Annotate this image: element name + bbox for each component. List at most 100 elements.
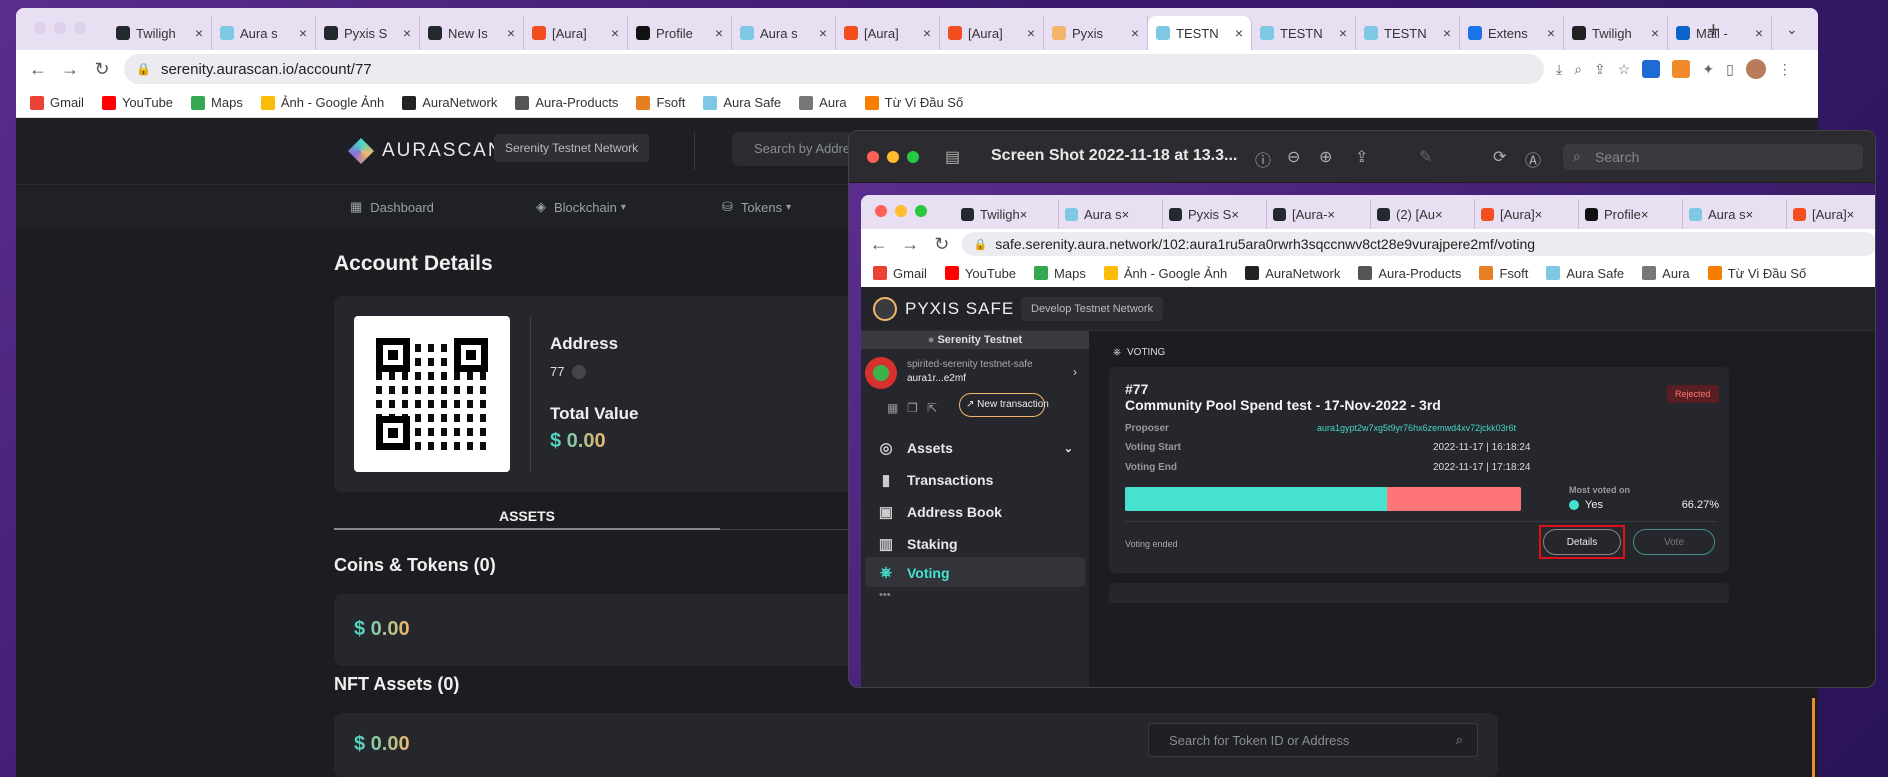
aurascan-logo[interactable]: AURASCAN <box>348 138 504 164</box>
sidebar-toggle-icon[interactable]: ▤ <box>945 147 960 167</box>
reload-icon[interactable]: ↻ <box>926 234 958 255</box>
maximize-window-button[interactable] <box>74 22 86 34</box>
forward-icon[interactable]: → <box>895 234 927 255</box>
tab-close-icon[interactable]: × <box>1535 207 1543 222</box>
maximize-window-button[interactable] <box>907 151 919 163</box>
bookmark[interactable]: Maps <box>1034 266 1086 281</box>
vote-button[interactable]: Vote <box>1633 529 1715 555</box>
bookmark[interactable]: Fsoft <box>636 95 685 110</box>
bookmark[interactable]: Gmail <box>30 95 84 110</box>
share-icon[interactable]: ⇪ <box>1355 147 1368 167</box>
bookmark[interactable]: Ảnh - Google Ảnh <box>260 95 384 110</box>
bookmark[interactable]: YouTube <box>944 266 1016 281</box>
tab-close-icon[interactable]: × <box>1339 25 1347 41</box>
tab-close-icon[interactable]: × <box>403 25 411 41</box>
tab-close-icon[interactable]: × <box>1746 207 1754 222</box>
bookmark[interactable]: Aura Safe <box>1546 266 1624 281</box>
safe-avatar[interactable] <box>865 357 897 389</box>
tab[interactable]: Twiligh × <box>1564 16 1668 50</box>
tab[interactable]: Extens × <box>1460 16 1564 50</box>
close-window-button[interactable] <box>867 151 879 163</box>
markup-icon[interactable]: ✎ <box>1419 147 1432 167</box>
tab[interactable]: Profile × <box>1579 199 1683 229</box>
bookmark[interactable]: AuraNetwork <box>402 95 497 110</box>
zoom-icon[interactable]: ⌕ <box>1574 61 1582 78</box>
bookmark[interactable]: Aura <box>799 95 847 110</box>
tab[interactable]: [Aura] × <box>524 16 628 50</box>
tab-close-icon[interactable]: × <box>1131 25 1139 41</box>
tab-search-chevron-icon[interactable]: ⌄ <box>1786 21 1798 38</box>
tab[interactable]: New Is × <box>420 16 524 50</box>
tab[interactable]: [Aura] × <box>1787 199 1875 229</box>
tab-close-icon[interactable]: × <box>1327 207 1335 222</box>
chevron-right-icon[interactable]: › <box>1073 365 1077 379</box>
tab-close-icon[interactable]: × <box>1020 207 1028 222</box>
bookmark[interactable]: Gmail <box>873 266 927 281</box>
sidepanel-icon[interactable]: ▯ <box>1726 61 1734 78</box>
k-extension-icon[interactable] <box>1642 60 1661 78</box>
tab[interactable]: TESTN × <box>1252 16 1356 50</box>
install-icon[interactable]: ⤓ <box>1556 61 1562 78</box>
bookmark[interactable]: Ảnh - Google Ảnh <box>1103 266 1227 281</box>
tab-close-icon[interactable]: × <box>1122 207 1130 222</box>
tab-close-icon[interactable]: × <box>1547 25 1555 41</box>
tab-close-icon[interactable]: × <box>1651 25 1659 41</box>
tab-close-icon[interactable]: × <box>819 25 827 41</box>
tab-close-icon[interactable]: × <box>195 25 203 41</box>
bookmark[interactable]: Aura Safe <box>703 95 781 110</box>
preview-search-input[interactable]: ⌕ Search <box>1563 144 1863 170</box>
more-menu-icon[interactable]: ••• <box>879 589 891 601</box>
external-link-icon[interactable]: ⇱ <box>927 401 937 415</box>
address-bar[interactable]: 🔒 serenity.aurascan.io/account/77 <box>124 54 1544 84</box>
tab[interactable]: Pyxis S × <box>1163 199 1267 229</box>
reload-icon[interactable]: ↻ <box>86 59 118 80</box>
tab-close-icon[interactable]: × <box>1443 25 1451 41</box>
bookmark[interactable]: AuraNetwork <box>1245 266 1340 281</box>
sidebar-item-address-book[interactable]: ▣ Address Book <box>877 503 1002 521</box>
bookmark-star-icon[interactable]: ☆ <box>1618 61 1631 78</box>
bookmark[interactable]: YouTube <box>101 95 173 110</box>
tab[interactable]: TESTN × <box>1148 16 1252 50</box>
tab[interactable]: [Aura] × <box>940 16 1044 50</box>
tab-close-icon[interactable]: × <box>1755 25 1763 41</box>
tab-assets[interactable]: ASSETS <box>334 508 720 530</box>
nav-blockchain[interactable]: ◈ Blockchain ▾ <box>536 199 626 215</box>
rotate-icon[interactable]: ⟳ <box>1493 147 1506 167</box>
forward-icon[interactable]: → <box>54 59 86 80</box>
qr-code[interactable] <box>354 316 510 472</box>
tab-close-icon[interactable]: × <box>1231 207 1239 222</box>
tab-close-icon[interactable]: × <box>1847 207 1855 222</box>
tab-close-icon[interactable]: × <box>1027 25 1035 41</box>
bookmark[interactable]: Từ Vi Đầu Số <box>1707 266 1806 281</box>
tab[interactable]: Profile × <box>628 16 732 50</box>
sidebar-item-voting[interactable]: ⎈ Voting <box>877 564 950 581</box>
annotate-icon[interactable]: Ⓐ <box>1525 147 1541 171</box>
tab-close-icon[interactable]: × <box>299 25 307 41</box>
info-icon[interactable]: ⓘ <box>1255 147 1271 171</box>
proposer-address[interactable]: aura1gypt2w7xg5t9yr76hx6zemwd4xv72jckk03… <box>1317 423 1516 433</box>
pyxis-logo[interactable]: PYXIS SAFE <box>873 297 1014 321</box>
tab[interactable]: Aura s × <box>212 16 316 50</box>
nav-dashboard[interactable]: ▦ Dashboard <box>350 199 434 215</box>
tab[interactable]: [Aura- × <box>1267 199 1371 229</box>
profile-avatar[interactable] <box>1745 59 1766 79</box>
tab-close-icon[interactable]: × <box>1435 207 1443 222</box>
sidebar-item-transactions[interactable]: ▮ Transactions <box>877 471 994 489</box>
maximize-window-button[interactable] <box>915 205 927 217</box>
nft-search-input[interactable]: Search for Token ID or Address ⌕ <box>1148 723 1478 757</box>
tab[interactable]: Twiligh × <box>108 16 212 50</box>
details-button[interactable]: Details <box>1543 529 1621 555</box>
bookmark[interactable]: Aura-Products <box>1358 266 1461 281</box>
more-menu-icon[interactable]: ⋮ <box>1778 61 1792 78</box>
zoom-in-icon[interactable]: ⊕ <box>1319 147 1332 167</box>
back-icon[interactable]: ← <box>22 59 54 80</box>
tab-close-icon[interactable]: × <box>1235 25 1243 41</box>
tab[interactable]: [Aura] × <box>1475 199 1579 229</box>
tab[interactable]: [Aura] × <box>836 16 940 50</box>
tab[interactable]: Aura s × <box>1059 199 1163 229</box>
qr-icon[interactable]: ▦ <box>887 401 898 415</box>
tab[interactable]: Twiligh × <box>955 199 1059 229</box>
close-window-button[interactable] <box>875 205 887 217</box>
tab[interactable]: Pyxis × <box>1044 16 1148 50</box>
new-transaction-button[interactable]: ↗ New transaction <box>959 393 1049 417</box>
